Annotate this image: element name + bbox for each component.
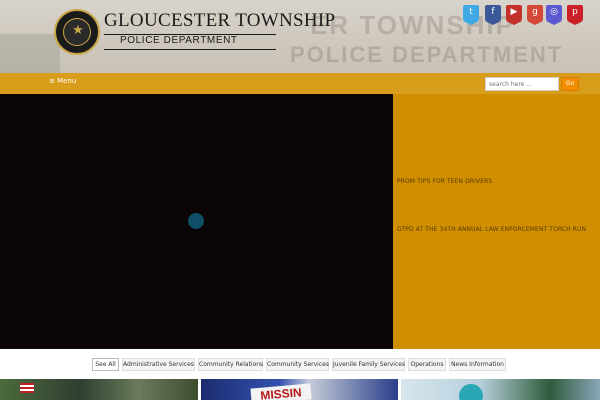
filter-juvenile-family-services[interactable]: Juvenile Family Services — [332, 358, 405, 371]
subtitle-divider — [104, 49, 276, 50]
video-player[interactable] — [0, 94, 393, 349]
filter-community-services[interactable]: Community Services — [266, 358, 329, 371]
header-background-photo — [0, 34, 60, 73]
menu-button[interactable]: ≡ Menu — [49, 77, 76, 85]
police-badge-logo[interactable]: ★ — [54, 9, 100, 55]
gallery-thumbnail-1[interactable] — [0, 379, 198, 400]
site-title[interactable]: GLOUCESTER TOWNSHIP — [104, 10, 335, 32]
missing-sign: MISSIN — [250, 383, 312, 400]
filter-administrative-services[interactable]: Administrative Services — [122, 358, 195, 371]
youtube-icon[interactable]: ▶ — [506, 5, 522, 25]
filter-operations[interactable]: Operations — [408, 358, 446, 371]
category-filters: See All Administrative Services Communit… — [0, 349, 600, 379]
go-button[interactable]: Go — [561, 77, 579, 91]
news-item-torch-run[interactable]: GTPD AT THE 34TH ANNUAL LAW ENFORCEMENT … — [397, 226, 586, 233]
google-plus-icon[interactable]: g — [527, 5, 543, 25]
search-input[interactable] — [485, 77, 559, 91]
twitter-icon[interactable]: t — [463, 5, 479, 25]
loading-spinner-icon — [188, 213, 204, 229]
news-panel: PROM TIPS FOR TEEN DRIVERS GTPD AT THE 3… — [393, 94, 600, 349]
site-subtitle: POLICE DEPARTMENT — [120, 35, 238, 46]
instagram-icon[interactable]: ◎ — [546, 5, 562, 25]
background-sign-line2: POLICE DEPARTMENT — [290, 42, 564, 67]
flag-image — [20, 383, 34, 393]
filter-see-all[interactable]: See All — [92, 358, 119, 371]
facebook-icon[interactable]: f — [485, 5, 501, 25]
teal-shape — [459, 384, 483, 400]
site-header: ER TOWNSHIP POLICE DEPARTMENT ★ GLOUCEST… — [0, 0, 600, 73]
gallery-thumbnail-3[interactable] — [401, 379, 600, 400]
filter-news-information[interactable]: News Information — [449, 358, 506, 371]
pinterest-icon[interactable]: p — [567, 5, 583, 25]
star-icon: ★ — [72, 23, 84, 38]
badge-seal: ★ — [63, 18, 91, 46]
filter-community-relations[interactable]: Community Relations — [198, 358, 263, 371]
gallery-thumbnail-2[interactable]: MISSIN — [201, 379, 398, 400]
main-nav: ≡ Menu Go — [0, 73, 600, 94]
news-item-prom-tips[interactable]: PROM TIPS FOR TEEN DRIVERS — [397, 178, 492, 185]
